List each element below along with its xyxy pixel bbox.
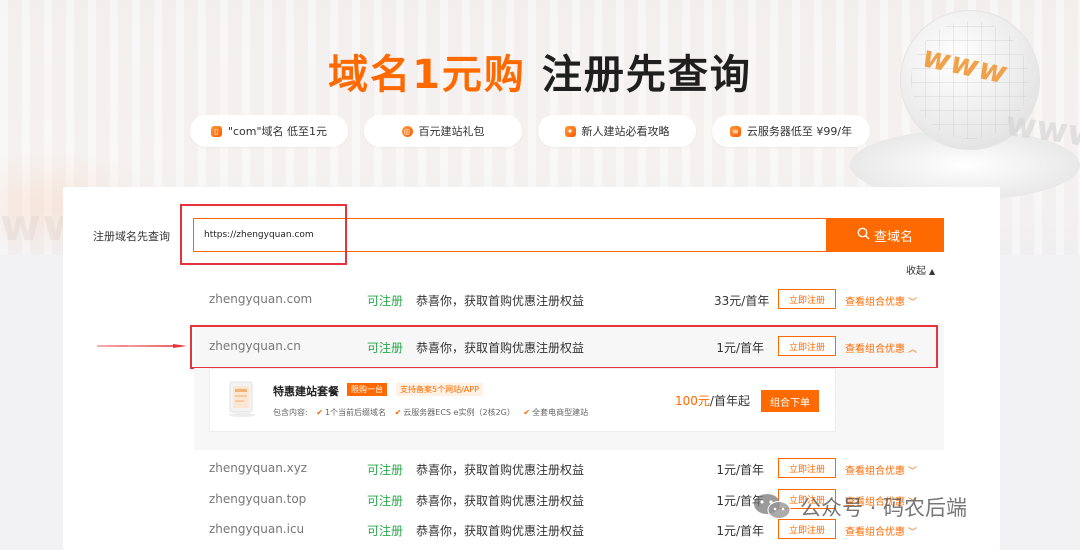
annotation-arrow-icon [97, 344, 187, 348]
package-price-number: 100元 [675, 394, 710, 408]
search-button-label: 查域名 [873, 229, 913, 245]
globe-icon: ◎ [401, 125, 413, 137]
result-domain: zhengyquan.com [209, 292, 313, 306]
view-combo-link[interactable]: 查看组合优惠 ﹀ [845, 462, 917, 477]
promo-pill-server[interactable]: ≡ 云服务器低至 ¥99/年 [712, 115, 870, 147]
package-includes: 包含内容: ✔ 1个当前后缀域名 ✔ 云服务器ECS e实例（2核2G） ✔ 全套电商… [273, 407, 588, 418]
package-price: 100元/首年起 [675, 392, 750, 409]
view-combo-label: 查看组合优惠 [845, 466, 905, 477]
result-price: 1元/首年 [716, 524, 764, 538]
support-tag: 支持备案5个网站/APP [396, 383, 483, 396]
search-domain-button[interactable]: 查域名 [826, 218, 944, 252]
promo-pill-label: "com"域名 低至1元 [227, 125, 328, 138]
caret-up-icon: ▲ [929, 267, 936, 276]
annotation-box-input [180, 204, 347, 265]
promo-pill-com[interactable]: ▯ "com"域名 低至1元 [190, 115, 348, 147]
result-promo: 恭喜你，获取首购优惠注册权益 [416, 294, 585, 308]
include-item: 全套电商型建站 [532, 408, 589, 417]
view-combo-label: 查看组合优惠 [845, 297, 905, 308]
watermark-text: 公众号 · 码农后端 [800, 496, 968, 520]
check-icon: ✔ [316, 408, 323, 417]
chevron-down-icon: ﹀ [908, 298, 918, 308]
chevron-down-icon: ﹀ [908, 528, 918, 538]
promo-pill-site-gift[interactable]: ◎ 百元建站礼包 [364, 115, 522, 147]
wechat-icon [754, 494, 791, 519]
phone-icon: ▯ [210, 125, 222, 137]
promo-pills: ▯ "com"域名 低至1元 ◎ 百元建站礼包 ✦ 新人建站必看攻略 ≡ 云服务… [190, 115, 880, 147]
combo-order-button[interactable]: 组合下单 [761, 390, 819, 412]
wechat-watermark: 公众号 · 码农后端 [752, 490, 967, 524]
result-status: 可注册 [367, 463, 404, 477]
promo-pill-label: 百元建站礼包 [418, 125, 485, 138]
include-item: 云服务器ECS e实例（2核2G） [403, 408, 515, 417]
chevron-down-icon: ﹀ [908, 467, 918, 477]
result-domain: zhengyquan.top [209, 492, 307, 506]
result-promo: 恭喜你，获取首购优惠注册权益 [416, 524, 585, 538]
collapse-label: 收起 [906, 266, 926, 277]
result-promo: 恭喜你，获取首购优惠注册权益 [416, 463, 585, 477]
search-label: 注册域名先查询 [93, 230, 170, 243]
promo-pill-label: 新人建站必看攻略 [581, 125, 670, 138]
check-icon: ✔ [523, 408, 531, 417]
search-icon [857, 227, 870, 244]
result-price: 1元/首年 [716, 463, 764, 477]
annotation-box-row [190, 325, 938, 369]
check-icon: ✔ [394, 408, 402, 417]
gift-icon: ✦ [564, 125, 576, 137]
result-status: 可注册 [367, 524, 404, 538]
promo-pill-guide[interactable]: ✦ 新人建站必看攻略 [538, 115, 696, 147]
package-name: 特惠建站套餐 [273, 385, 339, 398]
register-now-button[interactable]: 立即注册 [778, 458, 836, 478]
hero-title: 域名1元购 注册先查询 [0, 42, 1080, 100]
result-status: 可注册 [367, 294, 404, 308]
include-item: 1个当前后缀域名 [324, 408, 387, 417]
result-price: 33元/首年 [714, 294, 770, 308]
result-row: zhengyquan.com 可注册 恭喜你，获取首购优惠注册权益 33元/首年… [194, 277, 944, 321]
server-icon: ≡ [729, 125, 741, 137]
includes-label: 包含内容: [273, 408, 308, 417]
hero-title-main: 注册先查询 [541, 52, 752, 98]
package-price-suffix: /首年起 [709, 394, 750, 408]
view-combo-link[interactable]: 查看组合优惠 ﹀ [845, 293, 917, 308]
view-combo-link[interactable]: 查看组合优惠 ﹀ [845, 523, 917, 538]
register-now-button[interactable]: 立即注册 [778, 289, 836, 309]
promo-pill-label: 云服务器低至 ¥99/年 [746, 125, 853, 138]
result-domain: zhengyquan.xyz [209, 461, 308, 475]
result-domain: zhengyquan.icu [209, 522, 305, 536]
limited-tag: 限购一台 [347, 383, 387, 396]
package-box-icon [229, 381, 255, 417]
view-combo-label: 查看组合优惠 [845, 527, 905, 538]
hero-title-accent: 域名1元购 [328, 52, 526, 98]
collapse-toggle[interactable]: 收起 ▲ [906, 262, 935, 277]
